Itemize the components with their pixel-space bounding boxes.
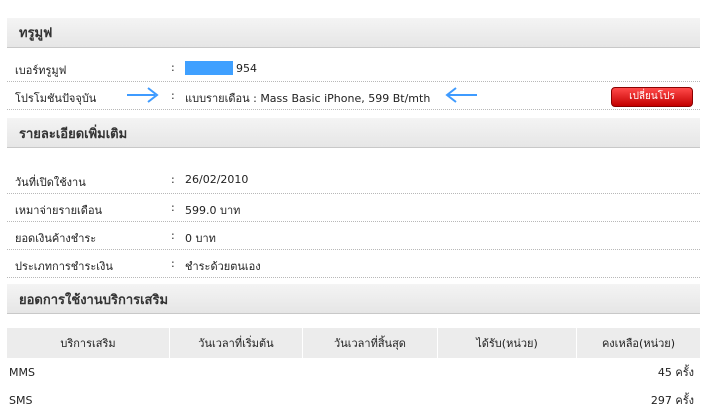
- detail-label: ประเภทการชำระเงิน: [15, 260, 113, 273]
- start-cell: [170, 358, 303, 386]
- arrow-right-icon: [127, 87, 159, 103]
- detail-row-monthly-fee: เหมาจ่ายรายเดือน : 599.0 บาท: [7, 194, 700, 222]
- detail-row-payment-type: ประเภทการชำระเงิน : ชำระด้วยตนเอง: [7, 250, 700, 278]
- usage-table-header-row: บริการเสริม วันเวลาที่เริ่มต้น วันเวลาที…: [7, 328, 700, 358]
- column-header-start: วันเวลาที่เริ่มต้น: [169, 328, 303, 358]
- remaining-cell: 45 ครั้ง: [657, 366, 694, 379]
- service-cell: MMS: [9, 365, 35, 379]
- detail-label: วันที่เปิดใช้งาน: [15, 176, 86, 189]
- detail-row-activation-date: วันที่เปิดใช้งาน : 26/02/2010: [7, 166, 700, 194]
- detail-colon: :: [171, 257, 175, 270]
- detail-value: 26/02/2010: [185, 173, 249, 186]
- current-promotion-colon: :: [171, 89, 175, 102]
- phone-number-colon: :: [171, 61, 175, 74]
- detail-value: 0 บาท: [185, 232, 216, 245]
- column-header-service: บริการเสริม: [7, 328, 170, 358]
- phone-number-label: เบอร์ทรูมูฟ: [15, 64, 67, 77]
- end-cell: [303, 358, 438, 386]
- truemove-section-header: ทรูมูฟ: [7, 18, 700, 48]
- column-header-received: ได้รับ(หน่วย): [437, 328, 577, 358]
- detail-row-outstanding-balance: ยอดเงินค้างชำระ : 0 บาท: [7, 222, 700, 250]
- detail-colon: :: [171, 173, 175, 186]
- detail-value: ชำระด้วยตนเอง: [185, 260, 261, 273]
- truemove-section-title: ทรูมูฟ: [19, 26, 53, 41]
- redaction-mask: [185, 61, 233, 75]
- usage-section-header: ยอดการใช้งานบริการเสริม: [7, 284, 700, 314]
- phone-number-row: เบอร์ทรูมูฟ : 954: [7, 54, 700, 82]
- detail-value: 599.0 บาท: [185, 204, 241, 217]
- details-section-title: รายละเอียดเพิ่มเติม: [19, 127, 128, 142]
- usage-section-title: ยอดการใช้งานบริการเสริม: [19, 293, 169, 308]
- detail-label: เหมาจ่ายรายเดือน: [15, 204, 103, 217]
- current-promotion-row: โปรโมชันปัจจุบัน : แบบรายเดือน : Mass Ba…: [7, 82, 700, 110]
- change-promotion-button[interactable]: เปลี่ยนโปร: [611, 87, 693, 107]
- table-row: MMS 45 ครั้ง: [7, 358, 700, 386]
- details-section-header: รายละเอียดเพิ่มเติม: [7, 118, 700, 148]
- column-header-end: วันเวลาที่สิ้นสุด: [302, 328, 438, 358]
- current-promotion-label: โปรโมชันปัจจุบัน: [15, 92, 97, 105]
- detail-colon: :: [171, 229, 175, 242]
- detail-label: ยอดเงินค้างชำระ: [15, 232, 97, 245]
- column-header-remaining: คงเหลือ(หน่วย): [576, 328, 700, 358]
- phone-number-value: 954: [185, 61, 257, 75]
- current-promotion-value: แบบรายเดือน : Mass Basic iPhone, 599 Bt/…: [185, 92, 431, 105]
- phone-number-suffix: 954: [236, 62, 257, 75]
- received-cell: [438, 358, 577, 386]
- detail-colon: :: [171, 201, 175, 214]
- usage-table: บริการเสริม วันเวลาที่เริ่มต้น วันเวลาที…: [7, 328, 700, 414]
- arrow-left-icon: [445, 87, 477, 103]
